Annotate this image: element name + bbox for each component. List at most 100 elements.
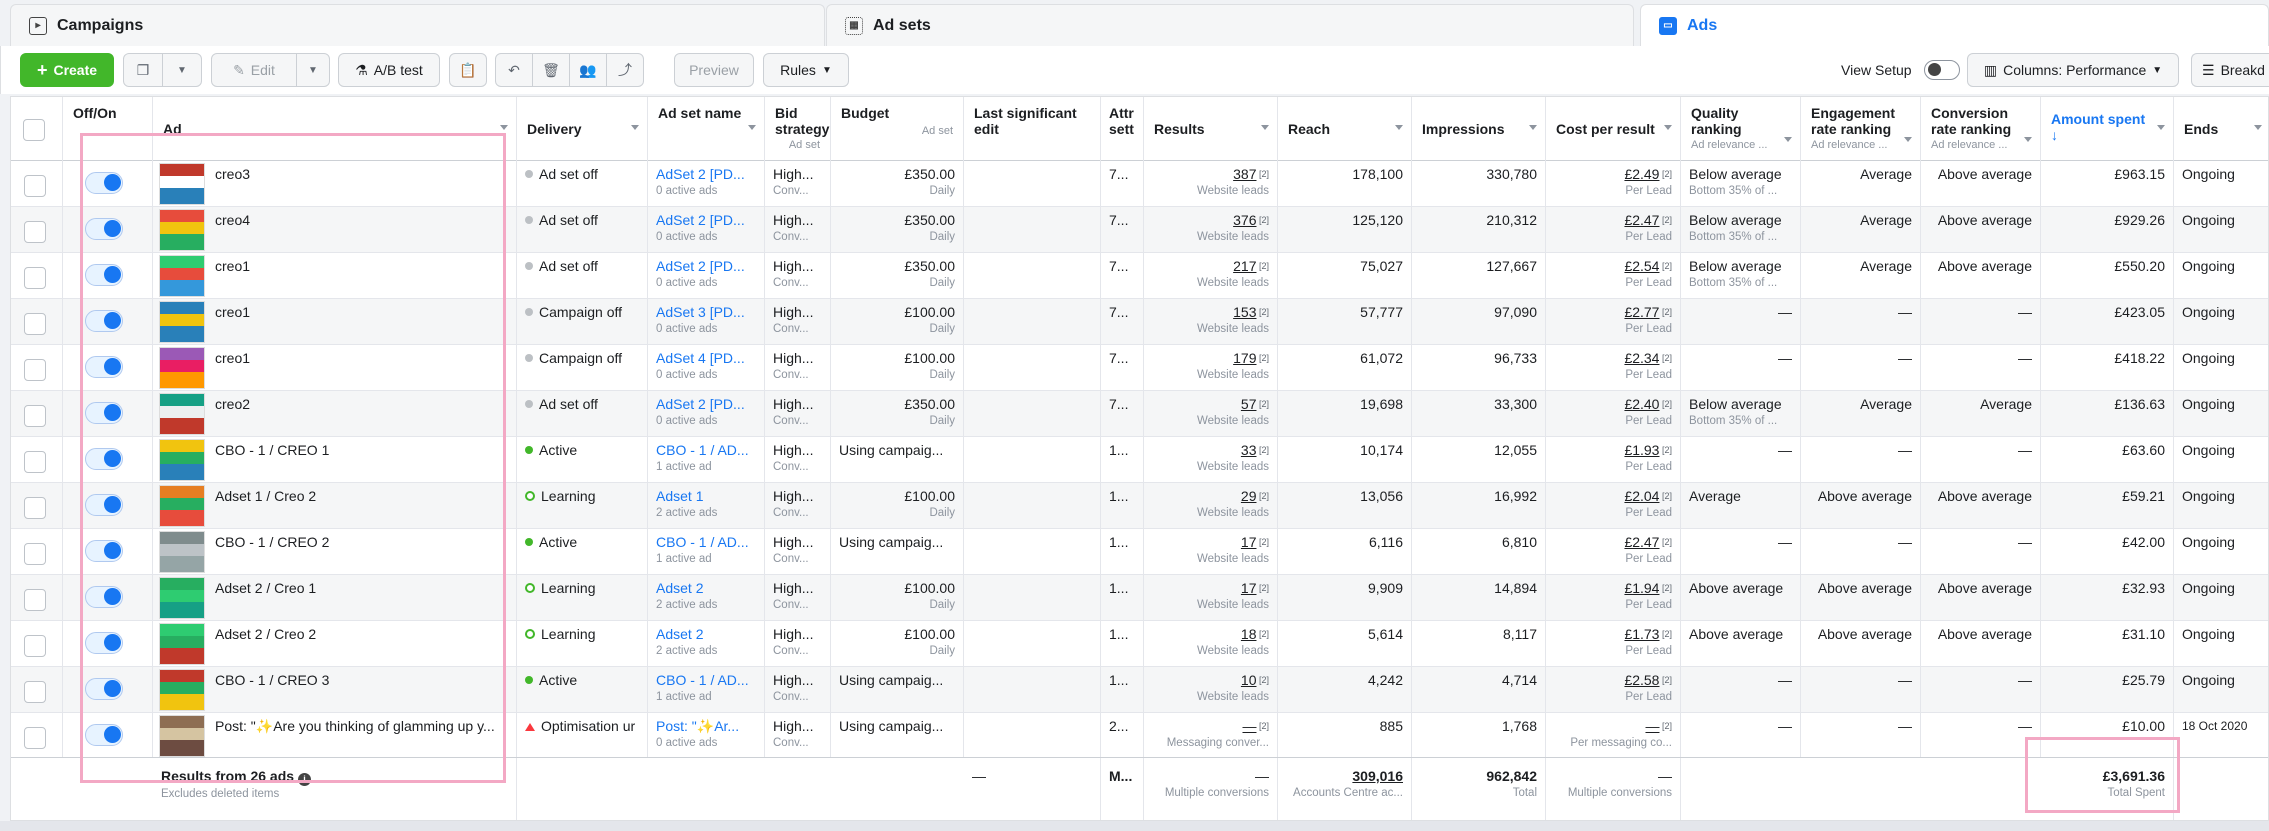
cpr-value[interactable]: £2.47: [1624, 212, 1659, 228]
adset-link[interactable]: CBO - 1 / AD...: [656, 672, 749, 688]
rules-button[interactable]: Rules ▼: [763, 53, 849, 87]
results-value[interactable]: 376: [1233, 212, 1256, 228]
cpr-value[interactable]: £2.40: [1624, 396, 1659, 412]
header-cpr[interactable]: Cost per result: [1546, 97, 1681, 161]
results-value[interactable]: 10: [1241, 672, 1257, 688]
header-last-edit[interactable]: Last significant edit: [964, 97, 1101, 161]
results-value[interactable]: 57: [1241, 396, 1257, 412]
adset-link[interactable]: AdSet 2 [PD...: [656, 258, 745, 274]
row-checkbox[interactable]: [24, 589, 46, 611]
header-quality[interactable]: Quality ranking Ad relevance ...: [1681, 97, 1801, 161]
export-button[interactable]: ⤴: [606, 53, 644, 87]
cpr-value[interactable]: £2.54: [1624, 258, 1659, 274]
duplicate-button[interactable]: ❐: [123, 53, 163, 87]
cpr-value[interactable]: £2.58: [1624, 672, 1659, 688]
header-delivery[interactable]: Delivery: [517, 97, 648, 161]
tab-ad-sets[interactable]: ▦ Ad sets: [826, 4, 1634, 46]
row-checkbox[interactable]: [24, 221, 46, 243]
cpr-value[interactable]: —: [1645, 718, 1659, 734]
cpr-value[interactable]: £2.04: [1624, 488, 1659, 504]
columns-button[interactable]: ▥ Columns: Performance ▼: [1967, 53, 2179, 87]
header-budget[interactable]: Budget Ad set: [831, 97, 964, 161]
adset-link[interactable]: Adset 1: [656, 488, 703, 504]
header-reach[interactable]: Reach: [1278, 97, 1412, 161]
header-bid[interactable]: Bid strategy Ad set: [765, 97, 831, 161]
header-spent[interactable]: Amount spent ↓: [2041, 97, 2174, 161]
cpr-value[interactable]: £1.73: [1624, 626, 1659, 642]
header-conversion[interactable]: Conversion rate ranking Ad relevance ...: [1921, 97, 2041, 161]
bid-sub: Conv...: [773, 231, 809, 243]
results-value[interactable]: 387: [1233, 166, 1256, 182]
bid-sub: Conv...: [773, 599, 809, 611]
tab-ads[interactable]: ▭ Ads: [1640, 4, 2269, 46]
view-setup-toggle[interactable]: [1923, 60, 1960, 80]
cpr-value[interactable]: £2.49: [1624, 166, 1659, 182]
view-setup[interactable]: View Setup: [1841, 60, 1960, 80]
edit-dropdown[interactable]: ▼: [296, 53, 330, 87]
footer-reach-value[interactable]: 309,016: [1352, 768, 1403, 784]
row-checkbox[interactable]: [24, 405, 46, 427]
results-value[interactable]: 153: [1233, 304, 1256, 320]
adset-link[interactable]: Adset 2: [656, 626, 703, 642]
row-checkbox[interactable]: [24, 451, 46, 473]
results-value[interactable]: 18: [1241, 626, 1257, 642]
cpr-value[interactable]: £2.77: [1624, 304, 1659, 320]
row-checkbox[interactable]: [24, 727, 46, 749]
row-checkbox[interactable]: [24, 313, 46, 335]
results-value[interactable]: 179: [1233, 350, 1256, 366]
row-checkbox[interactable]: [24, 359, 46, 381]
adset-link[interactable]: AdSet 3 [PD...: [656, 304, 745, 320]
delete-button[interactable]: 🗑: [532, 53, 570, 87]
preview-button[interactable]: Preview: [674, 53, 754, 87]
row-checkbox[interactable]: [24, 497, 46, 519]
delivery-status: Campaign off: [539, 350, 623, 366]
adset-link[interactable]: AdSet 2 [PD...: [656, 396, 745, 412]
row-checkbox[interactable]: [24, 681, 46, 703]
results-value[interactable]: 29: [1241, 488, 1257, 504]
cpr-value[interactable]: £1.94: [1624, 580, 1659, 596]
edit-button[interactable]: ✎ Edit: [211, 53, 297, 87]
duplicate-dropdown[interactable]: ▼: [162, 53, 202, 87]
cpr-sub: Per Lead: [1625, 231, 1672, 243]
spent-value: £550.20: [2114, 258, 2165, 274]
row-checkbox[interactable]: [24, 635, 46, 657]
delivery-cell: Campaign off: [517, 299, 648, 345]
breakdown-button[interactable]: ☰ Breakd: [2191, 53, 2269, 87]
results-value[interactable]: 33: [1241, 442, 1257, 458]
row-checkbox[interactable]: [24, 543, 46, 565]
breakdown-label: Breakd: [2220, 62, 2265, 78]
header-engagement[interactable]: Engagement rate ranking Ad relevance ...: [1801, 97, 1921, 161]
adset-link[interactable]: CBO - 1 / AD...: [656, 534, 749, 550]
row-checkbox[interactable]: [24, 267, 46, 289]
results-value[interactable]: 17: [1241, 580, 1257, 596]
header-ends[interactable]: Ends: [2174, 97, 2268, 161]
row-checkbox[interactable]: [24, 175, 46, 197]
ab-test-button[interactable]: ⚗ A/B test: [338, 53, 440, 87]
adset-link[interactable]: AdSet 2 [PD...: [656, 166, 745, 182]
adset-link[interactable]: CBO - 1 / AD...: [656, 442, 749, 458]
cpr-value[interactable]: £1.93: [1624, 442, 1659, 458]
header-attr[interactable]: Attr sett: [1101, 97, 1144, 161]
cpr-value[interactable]: £2.34: [1624, 350, 1659, 366]
status-dot-icon: [525, 400, 533, 408]
header-results[interactable]: Results: [1144, 97, 1278, 161]
cpr-cell: £2.47 [2] Per Lead: [1546, 207, 1681, 253]
adset-link[interactable]: AdSet 4 [PD...: [656, 350, 745, 366]
undo-button[interactable]: ↶: [495, 53, 533, 87]
adset-link[interactable]: Adset 2: [656, 580, 703, 596]
results-value[interactable]: —: [1242, 718, 1256, 734]
adset-link[interactable]: Post: "✨Ar...: [656, 718, 739, 734]
header-adset[interactable]: Ad set name: [648, 97, 765, 161]
select-all-checkbox[interactable]: [23, 119, 45, 141]
horizontal-scrollbar[interactable]: [0, 821, 2269, 831]
create-button[interactable]: + Create: [20, 53, 114, 87]
last-edit-cell: [964, 713, 1101, 759]
tab-campaigns[interactable]: ▸ Campaigns: [10, 4, 825, 46]
clipboard-button[interactable]: 📋: [449, 53, 487, 87]
header-impressions[interactable]: Impressions: [1412, 97, 1546, 161]
people-button[interactable]: 👥: [569, 53, 607, 87]
results-value[interactable]: 217: [1233, 258, 1256, 274]
results-value[interactable]: 17: [1241, 534, 1257, 550]
cpr-value[interactable]: £2.47: [1624, 534, 1659, 550]
adset-link[interactable]: AdSet 2 [PD...: [656, 212, 745, 228]
